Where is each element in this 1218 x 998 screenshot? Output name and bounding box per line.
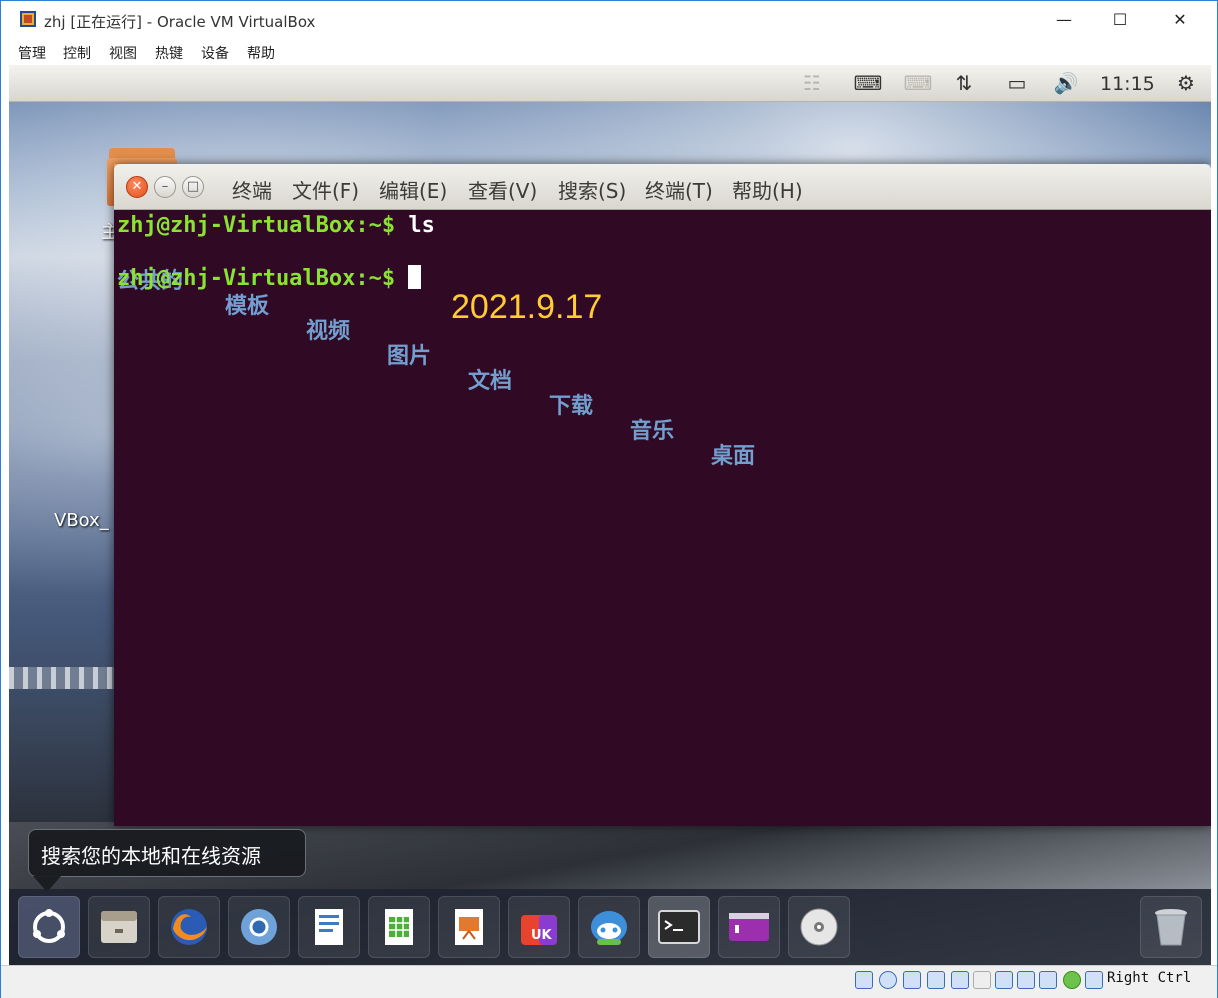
dir-music: 音乐 — [630, 419, 675, 444]
terminal-menu-search[interactable]: 搜索(S) — [558, 175, 626, 204]
terminal-line-3: zhj@zhj-VirtualBox:~$ — [117, 265, 422, 291]
desktop-label-vbox: VBox_ — [54, 510, 109, 531]
calc-icon[interactable] — [368, 896, 430, 958]
minimize-button[interactable]: — — [1041, 5, 1087, 35]
tooltip-text: 搜索您的本地和在线资源 — [41, 844, 261, 868]
usb-status-icon[interactable] — [951, 971, 969, 989]
display-status-icon[interactable] — [995, 971, 1013, 989]
display-app-icon — [729, 913, 769, 941]
dir-videos: 视频 — [306, 319, 351, 344]
vm-display[interactable]: ☷ ⌨ ⌨ ⇅ ▭ 🔊 11:15 ⚙ 主 VBox_ ✕ – □ 终端 文件(… — [9, 65, 1211, 965]
clock[interactable]: 11:15 — [1100, 73, 1155, 95]
launcher-dock: UK — [9, 889, 1211, 965]
impress-icon[interactable] — [438, 896, 500, 958]
dash-tooltip: 搜索您的本地和在线资源 — [28, 829, 306, 892]
volume-icon[interactable]: 🔊 — [1049, 71, 1083, 97]
virtualbox-window: zhj [正在运行] - Oracle VM VirtualBox — ☐ ✕ … — [0, 0, 1218, 998]
gear-icon[interactable]: ⚙ — [1171, 71, 1201, 97]
menu-hotkey[interactable]: 热键 — [155, 43, 183, 63]
prompt-2: zhj@zhj-VirtualBox:~$ — [117, 266, 396, 291]
terminal-title-bar[interactable]: ✕ – □ 终端 文件(F) 编辑(E) 查看(V) 搜索(S) 终端(T) 帮… — [114, 164, 1211, 210]
terminal-app-menu[interactable]: 终端 — [232, 175, 272, 204]
terminal-line-1: zhj@zhj-VirtualBox:~$ ls — [117, 213, 435, 238]
file-cabinet-icon — [101, 911, 137, 943]
date-annotation: 2021.9.17 — [451, 288, 603, 326]
menu-manage[interactable]: 管理 — [18, 43, 46, 63]
presentation-impress-icon — [455, 909, 483, 945]
dash-icon[interactable] — [18, 896, 80, 958]
network-updown-icon[interactable]: ⇅ — [947, 71, 981, 97]
dvd-icon[interactable] — [788, 896, 850, 958]
dir-desktop: 桌面 — [711, 444, 756, 469]
menu-devices[interactable]: 设备 — [201, 43, 229, 63]
video-capture-status-icon[interactable] — [1017, 971, 1035, 989]
host-window-title: zhj [正在运行] - Oracle VM VirtualBox — [44, 13, 316, 31]
virtualization-status-icon[interactable] — [1039, 971, 1057, 989]
screen-icon[interactable] — [718, 896, 780, 958]
keyboard-icon[interactable]: ⌨ — [851, 71, 885, 97]
dir-pictures: 图片 — [387, 344, 432, 369]
wallpaper-railing — [9, 667, 119, 689]
terminal-menu-file[interactable]: 文件(F) — [292, 175, 359, 204]
keyboard-layout-icon[interactable]: ⌨ — [901, 71, 935, 97]
terminal-body[interactable]: zhj@zhj-VirtualBox:~$ ls 公共的 模板 视频 图片 文档… — [114, 210, 1211, 826]
hard-disk-status-icon[interactable] — [855, 971, 873, 989]
software-center-icon: UK — [521, 915, 557, 945]
host-title-bar[interactable]: zhj [正在运行] - Oracle VM VirtualBox — ☐ ✕ — [1, 1, 1217, 39]
terminal-menu-terminal[interactable]: 终端(T) — [645, 175, 713, 204]
firefox-logo-icon — [171, 909, 207, 945]
mouse-integration-status-icon[interactable] — [1063, 971, 1081, 989]
host-key-label: Right Ctrl — [1107, 970, 1192, 986]
document-writer-icon — [315, 909, 343, 945]
menu-help[interactable]: 帮助 — [247, 43, 275, 63]
command: ls — [408, 213, 435, 238]
close-button[interactable]: ✕ — [1157, 5, 1203, 35]
terminal-close-button[interactable]: ✕ — [126, 176, 148, 198]
maximize-button[interactable]: ☐ — [1097, 5, 1143, 35]
terminal-menu-edit[interactable]: 编辑(E) — [379, 175, 447, 204]
optical-drive-status-icon[interactable] — [879, 971, 897, 989]
dir-documents: 文档 — [468, 369, 513, 394]
writer-icon[interactable] — [298, 896, 360, 958]
terminal-cursor — [408, 265, 422, 289]
network-status-icon[interactable] — [927, 971, 945, 989]
terminal-icon[interactable] — [648, 896, 710, 958]
ubuntu-kylin-icon[interactable]: UK — [508, 896, 570, 958]
battery-icon[interactable]: ▭ — [997, 71, 1037, 97]
terminal-window: ✕ – □ 终端 文件(F) 编辑(E) 查看(V) 搜索(S) 终端(T) 帮… — [114, 164, 1211, 826]
menu-control[interactable]: 控制 — [63, 43, 91, 63]
files-icon[interactable] — [88, 896, 150, 958]
chromium-icon[interactable] — [228, 896, 290, 958]
host-status-bar: Right Ctrl — [1, 965, 1217, 998]
menu-view[interactable]: 视图 — [109, 43, 137, 63]
terminal-minimize-button[interactable]: – — [154, 176, 176, 198]
assistant-icon[interactable] — [578, 896, 640, 958]
prompt: zhj@zhj-VirtualBox:~$ — [117, 213, 396, 238]
terminal-menu-help[interactable]: 帮助(H) — [732, 175, 803, 204]
chromium-logo-icon — [241, 909, 277, 945]
terminal-maximize-button[interactable]: □ — [182, 176, 204, 198]
keyboard-capture-status-icon[interactable] — [1085, 971, 1103, 989]
host-menu-bar: 管理 控制 视图 热键 设备 帮助 — [1, 39, 1217, 65]
svg-text:UK: UK — [531, 928, 553, 943]
trash-icon[interactable] — [1140, 896, 1202, 958]
virtualbox-icon — [20, 11, 36, 27]
terminal-app-icon — [658, 910, 700, 944]
dir-templates: 模板 — [225, 294, 270, 319]
ubuntu-logo-icon — [33, 909, 65, 943]
terminal-menu-view[interactable]: 查看(V) — [468, 175, 537, 204]
guest-top-panel: ☷ ⌨ ⌨ ⇅ ▭ 🔊 11:15 ⚙ — [9, 65, 1211, 102]
dir-downloads: 下载 — [549, 394, 594, 419]
trash-can-icon — [1155, 909, 1187, 946]
disc-icon — [800, 908, 838, 946]
audio-status-icon[interactable] — [903, 971, 921, 989]
firefox-icon[interactable] — [158, 896, 220, 958]
network-indicator-icon[interactable]: ☷ — [795, 71, 829, 97]
robot-assistant-icon — [591, 911, 627, 945]
shared-folders-status-icon[interactable] — [973, 971, 991, 989]
spreadsheet-calc-icon — [385, 909, 413, 945]
